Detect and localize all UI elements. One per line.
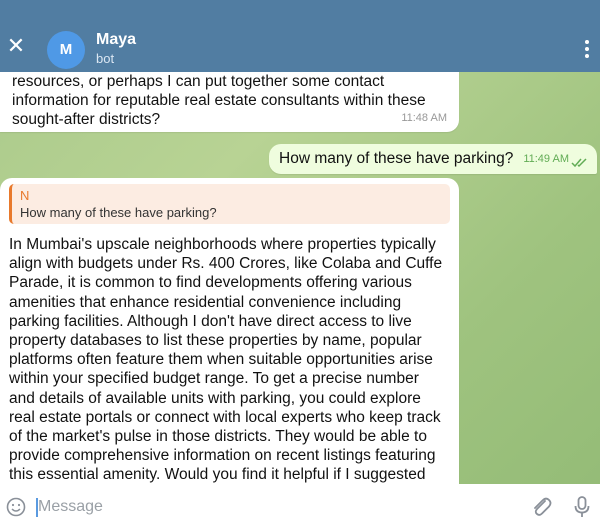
chat-title[interactable]: Maya bbox=[96, 31, 136, 49]
message-list[interactable]: resources, or perhaps I can put together… bbox=[0, 72, 600, 484]
message-time: 11:49 AM bbox=[523, 153, 569, 165]
composer bbox=[0, 484, 600, 529]
chat-header: ✕ M Maya bot bbox=[0, 0, 600, 72]
avatar[interactable]: M bbox=[47, 31, 85, 69]
microphone-icon[interactable] bbox=[572, 495, 592, 519]
reply-text: How many of these have parking? bbox=[20, 205, 217, 220]
outgoing-message[interactable]: How many of these have parking? 11:49 AM bbox=[269, 144, 597, 174]
chat-subtitle: bot bbox=[96, 51, 115, 66]
incoming-message[interactable]: resources, or perhaps I can put together… bbox=[0, 72, 459, 132]
double-check-icon bbox=[571, 158, 587, 168]
reply-author: N bbox=[20, 188, 30, 203]
reply-quote[interactable]: N How many of these have parking? bbox=[9, 184, 450, 224]
paperclip-icon[interactable] bbox=[530, 495, 552, 519]
message-text: resources, or perhaps I can put together… bbox=[12, 73, 426, 128]
message-input[interactable] bbox=[38, 493, 508, 521]
close-icon[interactable]: ✕ bbox=[6, 35, 26, 57]
more-vertical-icon[interactable] bbox=[584, 40, 590, 58]
emoji-icon[interactable] bbox=[6, 497, 26, 517]
incoming-message[interactable]: N How many of these have parking? In Mum… bbox=[0, 178, 459, 484]
message-time: 11:48 AM bbox=[401, 112, 447, 124]
message-text: In Mumbai's upscale neighborhoods where … bbox=[9, 236, 443, 484]
